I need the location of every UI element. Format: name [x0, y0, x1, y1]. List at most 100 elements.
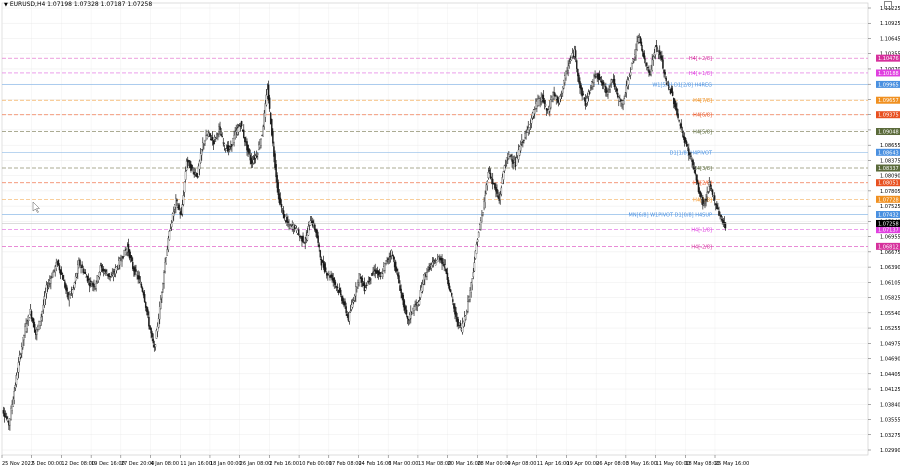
candle-body — [192, 170, 194, 172]
level-price-tag-text: 1.07137 — [878, 228, 899, 234]
candle-body — [209, 133, 212, 137]
candle-body — [481, 214, 483, 223]
candle-body — [26, 323, 28, 329]
candle-body — [93, 283, 95, 288]
candle-body — [252, 159, 255, 164]
candle-body — [449, 289, 452, 293]
y-tick-label: 1.07525 — [880, 204, 900, 210]
candle-body — [255, 155, 258, 157]
candle-body — [14, 385, 17, 389]
y-tick-label: 1.03555 — [880, 418, 900, 424]
candle-body — [598, 73, 601, 80]
y-tick-label: 1.04975 — [880, 341, 900, 347]
candle-body — [162, 283, 164, 290]
candle-body — [238, 125, 241, 127]
price-chart[interactable]: 1.112251.109251.106451.103551.100701.097… — [0, 0, 900, 468]
candle-body — [244, 137, 246, 143]
candle-body — [614, 87, 617, 89]
candle-body — [248, 148, 250, 154]
candle-body — [45, 284, 48, 294]
candle-body — [119, 258, 121, 266]
candle-body — [61, 275, 64, 280]
candle-body — [141, 287, 144, 292]
candle-body — [544, 104, 547, 106]
candle-body — [239, 126, 242, 128]
candle-body — [297, 229, 300, 235]
candle-body — [502, 171, 505, 180]
candle-body — [324, 267, 327, 271]
candle-body — [95, 283, 97, 289]
candle-body — [165, 257, 167, 264]
candle-body — [302, 235, 304, 243]
candle-body — [21, 346, 23, 354]
candle-body — [465, 315, 467, 320]
candle-body — [104, 271, 106, 274]
candle-body — [578, 74, 580, 83]
candle-body — [58, 265, 61, 271]
candle-body — [625, 85, 628, 93]
candle-body — [496, 189, 498, 194]
candle-body — [237, 127, 240, 133]
candle-body — [528, 127, 531, 130]
level-label: H4[5/8] — [693, 130, 712, 136]
candle-body — [678, 120, 680, 122]
candle-body — [444, 264, 447, 269]
candle-body — [216, 133, 218, 135]
level-price-tag-text: 1.08643 — [878, 150, 899, 156]
candle-body — [169, 228, 172, 231]
x-tick-label: 26 Jan 08:00 — [240, 461, 272, 467]
x-tick-label: 11 Jan 16:00 — [180, 461, 212, 467]
y-tick-label: 1.06390 — [880, 265, 900, 271]
candle-body — [570, 56, 573, 61]
level-label: H4[-2/8] — [691, 244, 712, 250]
candle-body — [500, 187, 503, 195]
candle-body — [19, 354, 22, 358]
candle-body — [442, 262, 444, 264]
candle-body — [371, 273, 373, 276]
level-label: H4[6/8] — [693, 113, 712, 119]
y-tick-label: 1.05540 — [880, 311, 900, 317]
candle-body — [689, 153, 691, 155]
dropdown-triangle-icon[interactable]: ▼ — [4, 2, 8, 8]
candle-body — [482, 212, 484, 215]
candle-body — [694, 169, 697, 175]
candle-body — [533, 109, 536, 114]
candle-body — [260, 138, 262, 146]
candle-body — [629, 72, 632, 76]
candle-body — [582, 93, 584, 96]
candle-body — [163, 272, 165, 284]
candle-body — [530, 118, 533, 124]
y-tick-label: 1.04690 — [880, 357, 900, 363]
candle-body — [433, 260, 436, 262]
candle-body — [717, 207, 719, 210]
candle-body — [265, 94, 268, 106]
candle-body — [543, 100, 546, 104]
y-tick-label: 1.08090 — [880, 174, 900, 180]
level-price-tag-text: 1.09375 — [878, 113, 899, 119]
candle-body — [139, 282, 142, 284]
level-price-tag-text: 1.08051 — [878, 181, 899, 187]
candle-body — [633, 59, 635, 62]
candle-body — [391, 254, 394, 257]
candle-body — [361, 278, 364, 283]
y-tick-label: 1.04125 — [880, 387, 900, 393]
candle-body — [418, 300, 421, 305]
candle-body — [60, 271, 63, 275]
chart-corner-box-icon[interactable] — [884, 1, 892, 9]
candle-body — [662, 59, 664, 69]
candle-body — [566, 72, 568, 74]
candle-body — [370, 278, 372, 280]
candle-body — [680, 123, 683, 128]
candle-body — [613, 78, 616, 88]
mouse-cursor-icon — [32, 201, 41, 213]
chart-window[interactable]: 1.112251.109251.106451.103551.100701.097… — [0, 0, 900, 468]
candle-body — [160, 298, 162, 309]
candle-body — [590, 87, 592, 89]
candle-body — [606, 90, 608, 92]
candle-body — [484, 195, 486, 203]
candle-body — [57, 259, 60, 266]
candle-body — [240, 121, 243, 127]
x-tick-label: 4 Jan 08:00 — [151, 461, 179, 467]
candle-body — [288, 223, 290, 225]
candle-body — [471, 278, 473, 285]
